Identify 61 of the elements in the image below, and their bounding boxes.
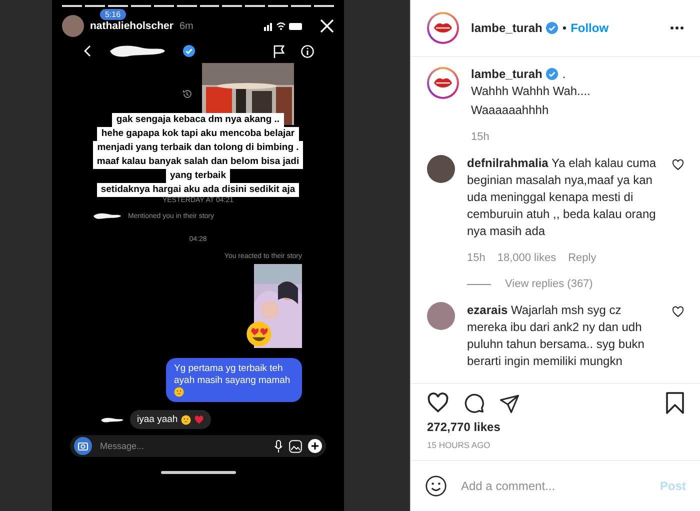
avatar[interactable] bbox=[427, 155, 455, 183]
caption-text: Waaaaaahhhh bbox=[471, 102, 550, 119]
gallery-icon[interactable] bbox=[289, 440, 302, 452]
status-clock: 5:16 bbox=[100, 9, 126, 20]
comment-text: ezarais Wajarlah msh syg cz mereka ibu dari ank2 ny dan udh puluhn tahun bersama.. syg bukn berarti ingin memiliki mungkn bbox=[467, 302, 646, 370]
comment-text: defnilrahmalia Ya elah kalau cuma beginian masalah nya,maaf ya kan uda meninggal kenapa mesti di cemburuin atuh ,, beda kalau orang nya masih ada bbox=[467, 155, 657, 240]
microphone-icon[interactable] bbox=[274, 440, 283, 452]
flag-icon[interactable] bbox=[273, 44, 285, 58]
caption-text: Wahhh Wahhh Wah.... bbox=[471, 83, 592, 100]
sticker-text: hehe gapapa kok tapi aku mencoba belajar bbox=[97, 127, 299, 141]
close-icon[interactable] bbox=[320, 19, 334, 33]
received-message: iyaa yaah bbox=[130, 410, 211, 429]
view-replies-button[interactable]: View replies (367) bbox=[505, 278, 593, 290]
sticker-text: maaf kalau banyak salah dan belom bisa jadi bbox=[92, 155, 304, 169]
verified-badge-icon bbox=[546, 68, 558, 80]
comment-time: 15h bbox=[467, 252, 486, 264]
sticker-text: menjadi yang terbaik dan tolong di bimbing . bbox=[93, 141, 303, 155]
reply-button[interactable]: Reply bbox=[568, 252, 596, 264]
more-icon[interactable] bbox=[670, 26, 684, 30]
story-username: nathalieholscher bbox=[90, 20, 174, 32]
caption-dot: . bbox=[562, 67, 566, 81]
status-icons bbox=[264, 21, 304, 31]
sticker-text: yang terbaik bbox=[166, 169, 230, 183]
sent-message: Yg pertama yg terbaik teh ayah masih sayang mamah bbox=[166, 358, 302, 402]
info-icon[interactable] bbox=[301, 44, 314, 58]
lips-logo-icon bbox=[433, 77, 453, 89]
likes-count[interactable]: 272,770 likes bbox=[427, 420, 684, 434]
avatar[interactable] bbox=[427, 302, 455, 330]
follow-button[interactable]: Follow bbox=[570, 21, 609, 35]
heart-icon[interactable] bbox=[672, 159, 684, 171]
lips-logo-icon bbox=[433, 22, 453, 34]
share-icon[interactable] bbox=[499, 392, 520, 414]
story-age: 6m bbox=[179, 20, 194, 32]
bookmark-icon[interactable] bbox=[666, 392, 684, 414]
sticker-text: setidaknya hargai aku ada disini sedikit aja bbox=[96, 183, 300, 197]
sticker-text: gak sengaja kebaca dm nya akang .. bbox=[112, 113, 284, 127]
heart-eyes-emoji-icon bbox=[246, 321, 272, 347]
back-icon[interactable] bbox=[84, 45, 91, 57]
username[interactable]: lambe_turah bbox=[471, 21, 542, 35]
message-bar[interactable]: Message... bbox=[70, 435, 326, 457]
message-field[interactable]: Message... bbox=[98, 440, 268, 452]
camera-icon[interactable] bbox=[74, 437, 92, 455]
add-icon[interactable] bbox=[308, 439, 322, 453]
username[interactable]: lambe_turah bbox=[471, 67, 542, 81]
likes-count-link[interactable]: 18,000 likes bbox=[497, 252, 556, 264]
comment-icon[interactable] bbox=[463, 392, 485, 414]
heart-icon[interactable] bbox=[427, 392, 449, 414]
avatar bbox=[62, 15, 84, 37]
post-time: 15 HOURS AGO bbox=[427, 440, 492, 450]
separator-dot: • bbox=[562, 21, 567, 35]
avatar[interactable] bbox=[427, 67, 459, 99]
heart-icon[interactable] bbox=[672, 306, 684, 318]
history-icon bbox=[182, 89, 192, 99]
emoji-icon[interactable] bbox=[425, 475, 447, 497]
avatar[interactable] bbox=[427, 12, 459, 44]
verified-badge-icon bbox=[183, 45, 195, 57]
verified-badge-icon bbox=[546, 22, 558, 34]
sad-emoji-icon bbox=[174, 387, 184, 397]
heart-emoji-icon bbox=[194, 414, 204, 424]
sad-emoji-icon bbox=[180, 414, 191, 424]
caption-time: 15h bbox=[471, 131, 490, 143]
